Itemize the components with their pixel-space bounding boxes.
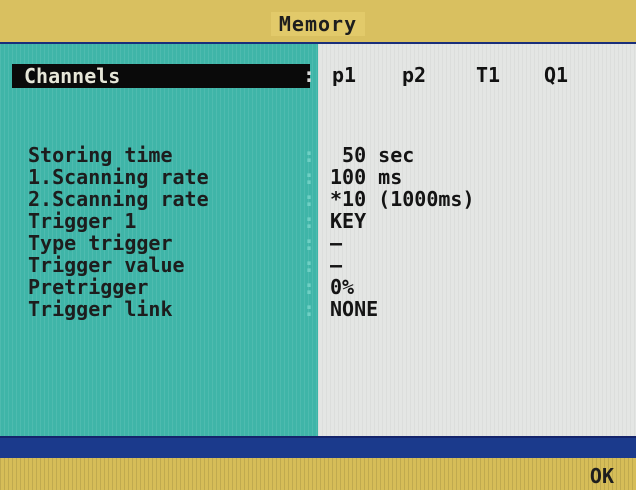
storing-time-value[interactable]: 50 sec [330,144,414,166]
trigger-1-colon: : [303,209,316,233]
type-trigger-value[interactable]: – [330,232,342,254]
trigger-link-value[interactable]: NONE [330,298,378,320]
status-bar [0,436,636,460]
trigger-1-label: Trigger 1 [28,209,137,233]
pretrigger-label: Pretrigger [28,275,149,299]
values-panel [318,44,636,436]
channel-p2[interactable]: p2 [402,64,426,86]
channel-p1[interactable]: p1 [332,64,356,86]
channels-colon: : [303,63,316,87]
channels-label[interactable]: Channels [12,64,310,88]
ok-button[interactable]: OK [590,464,614,488]
pretrigger-value[interactable]: 0% [330,276,354,298]
channel-q1[interactable]: Q1 [544,64,568,86]
trigger-link-label: Trigger link [28,297,173,321]
channel-t1[interactable]: T1 [476,64,500,86]
trigger-value-label: Trigger value [28,253,185,277]
title-bar: Memory [0,0,636,44]
scanning-rate-2-value[interactable]: *10 (1000ms) [330,188,475,210]
type-trigger-label: Type trigger [28,231,173,255]
scanning-rate-2-label: 2.Scanning rate [28,187,209,211]
memory-screen: Memory Channels : p1 p2 T1 Q1 Storing ti… [0,0,636,490]
type-trigger-colon: : [303,231,316,255]
scanning-rate-1-value[interactable]: 100 ms [330,166,402,188]
scanning-rate-2-colon: : [303,187,316,211]
storing-time-label: Storing time [28,143,173,167]
trigger-link-colon: : [303,297,316,321]
trigger-value-colon: : [303,253,316,277]
scanning-rate-1-colon: : [303,165,316,189]
softkey-bar [0,458,636,490]
trigger-1-value[interactable]: KEY [330,210,366,232]
window-title: Memory [270,12,366,36]
scanning-rate-1-label: 1.Scanning rate [28,165,209,189]
storing-time-colon: : [303,143,316,167]
trigger-value-value[interactable]: – [330,254,342,276]
pretrigger-colon: : [303,275,316,299]
